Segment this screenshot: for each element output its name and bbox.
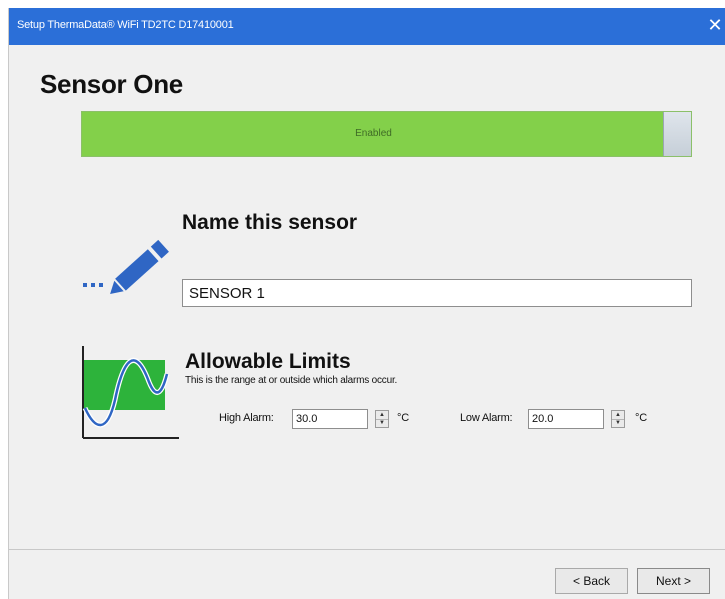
chevron-down-icon[interactable]: ▼: [612, 419, 624, 427]
pencil-icon: [83, 239, 169, 295]
next-button[interactable]: Next >: [637, 568, 710, 594]
high-alarm-stepper[interactable]: ▲ ▼: [375, 410, 389, 428]
setup-window: Setup ThermaData® WiFi TD2TC D17410001 ✕…: [8, 8, 725, 599]
low-alarm-unit: °C: [635, 412, 647, 424]
limits-description: This is the range at or outside which al…: [185, 375, 398, 386]
name-heading: Name this sensor: [182, 211, 358, 234]
footer-divider: [9, 549, 725, 550]
low-alarm-label: Low Alarm:: [460, 412, 513, 424]
title-bar[interactable]: Setup ThermaData® WiFi TD2TC D17410001 ✕: [9, 8, 725, 45]
page-title: Sensor One: [40, 69, 183, 99]
sine-wave-limits-icon: [82, 346, 179, 439]
high-alarm-input[interactable]: [292, 409, 368, 429]
low-alarm-input[interactable]: [528, 409, 604, 429]
close-icon[interactable]: ✕: [706, 16, 724, 34]
chevron-down-icon[interactable]: ▼: [376, 419, 388, 427]
low-alarm-stepper[interactable]: ▲ ▼: [611, 410, 625, 428]
sensor-name-input[interactable]: [182, 279, 692, 307]
high-alarm-label: High Alarm:: [219, 412, 274, 424]
toggle-knob[interactable]: [663, 112, 691, 156]
limits-heading: Allowable Limits: [185, 350, 351, 373]
high-alarm-unit: °C: [397, 412, 409, 424]
toggle-label: Enabled: [355, 128, 392, 139]
sensor-enable-toggle[interactable]: Enabled: [81, 111, 692, 157]
back-button[interactable]: < Back: [555, 568, 628, 594]
window-title: Setup ThermaData® WiFi TD2TC D17410001: [17, 19, 234, 31]
